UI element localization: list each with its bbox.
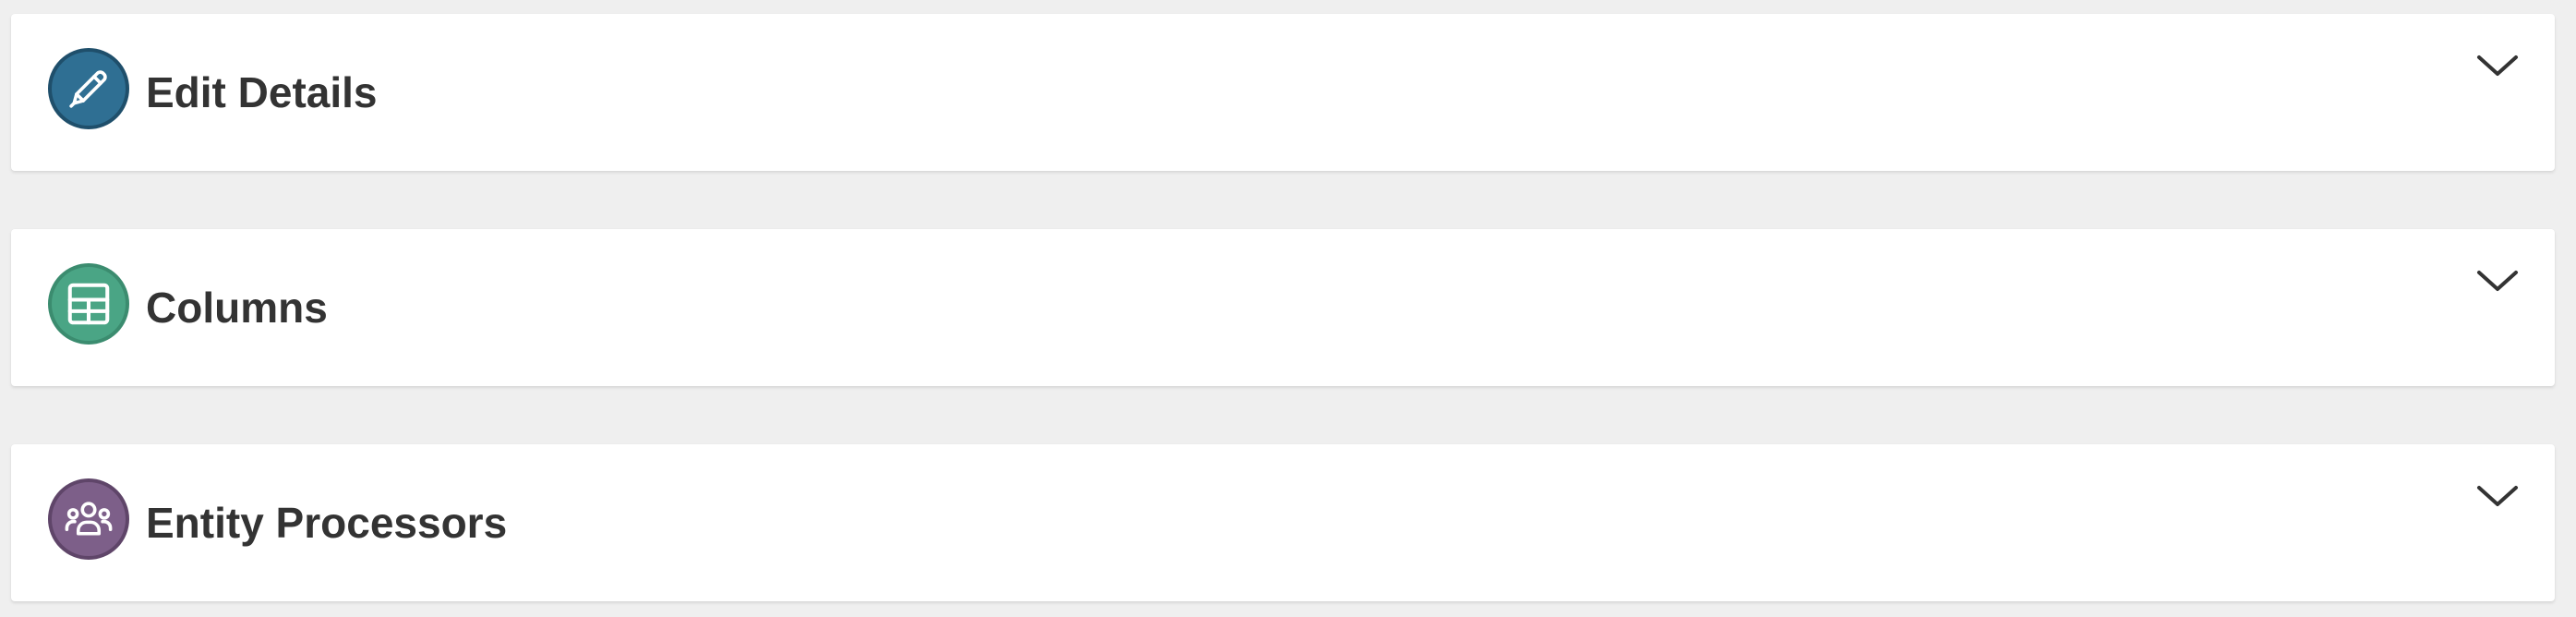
accordion-section-entity-processors[interactable]: Entity Processors xyxy=(11,444,2555,601)
chevron-down-icon[interactable] xyxy=(2474,49,2521,80)
accordion-section-edit-details[interactable]: Edit Details xyxy=(11,14,2555,171)
chevron-down-icon[interactable] xyxy=(2474,264,2521,296)
chevron-down-icon[interactable] xyxy=(2474,479,2521,511)
users-icon xyxy=(48,478,129,560)
pencil-icon xyxy=(48,48,129,129)
section-title-edit-details: Edit Details xyxy=(146,68,378,116)
accordion-section-columns[interactable]: Columns xyxy=(11,229,2555,386)
table-icon xyxy=(48,263,129,345)
section-title-columns: Columns xyxy=(146,284,328,332)
section-title-entity-processors: Entity Processors xyxy=(146,499,508,547)
